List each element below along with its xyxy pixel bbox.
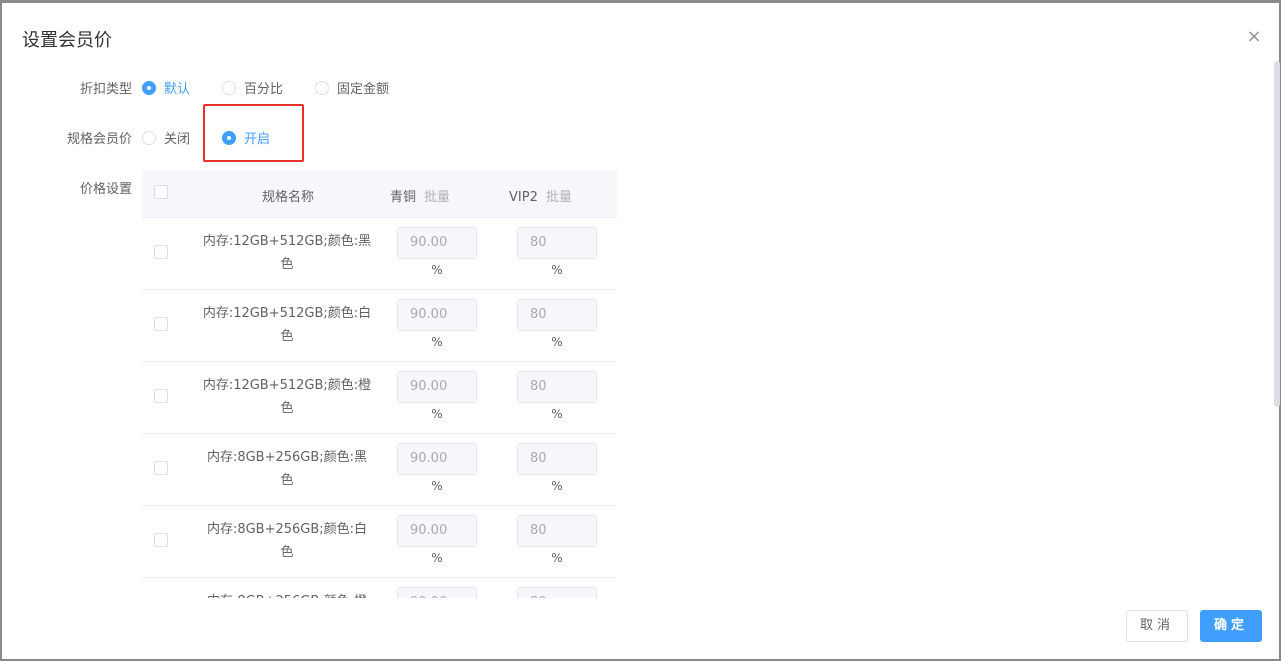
spec-line: 色 xyxy=(280,257,294,272)
level1-price-input[interactable]: 90.00 xyxy=(397,371,477,403)
table-header: 规格名称 青铜 批量 VIP2 批量 xyxy=(142,170,617,218)
scrollbar[interactable] xyxy=(1274,61,1280,407)
radio-spec-off[interactable]: 关闭 xyxy=(142,128,190,147)
row-checkbox[interactable] xyxy=(154,389,168,403)
spec-line: 内存:12GB+512GB;颜色:白 xyxy=(202,306,372,321)
spec-line: 内存:8GB+256GB;颜色:橙 xyxy=(202,590,372,598)
discount-type-label: 折扣类型 xyxy=(79,82,132,97)
level1-price-input[interactable]: 90.00 xyxy=(397,587,477,598)
radio-discount-percent[interactable]: 百分比 xyxy=(222,78,283,97)
level1-price-input[interactable]: 90.00 xyxy=(397,443,477,475)
percent-unit: % xyxy=(551,551,563,565)
level2-price-input[interactable]: 80 xyxy=(517,371,597,403)
level2-price-input[interactable]: 80 xyxy=(517,587,597,598)
select-all-checkbox[interactable] xyxy=(154,185,168,199)
spec-name: 内存:8GB+256GB;颜色:白 色 xyxy=(202,518,372,564)
spec-line: 内存:8GB+256GB;颜色:白 xyxy=(206,522,368,537)
radio-label: 关闭 xyxy=(164,132,191,147)
table-row: 内存:8GB+256GB;颜色:橙 色 90.00 % 80 % xyxy=(142,578,617,598)
table-row: 内存:8GB+256GB;颜色:白 色 90.00 % 80 % xyxy=(142,506,617,578)
table-row: 内存:12GB+512GB;颜色:黑 色 90.00 % 80 % xyxy=(142,218,617,290)
confirm-button[interactable]: 确定 xyxy=(1200,610,1262,642)
percent-unit: % xyxy=(431,335,443,349)
percent-unit: % xyxy=(551,263,563,277)
spec-line: 内存:12GB+512GB;颜色:橙 xyxy=(202,378,372,393)
radio-dot-icon xyxy=(315,80,329,95)
radio-discount-fixed[interactable]: 固定金额 xyxy=(315,78,389,97)
col-level1-name: 青铜 xyxy=(390,190,417,205)
spec-line: 内存:8GB+256GB;颜色:黑 xyxy=(206,450,368,465)
close-icon[interactable]: × xyxy=(1245,28,1263,46)
spec-line: 内存:12GB+512GB;颜色:黑 xyxy=(202,234,372,249)
dialog: 设置会员价 × 折扣类型 默认 百分比 固定金额 规格会员价 关闭 开启 价格设… xyxy=(0,0,1281,661)
level2-price-input[interactable]: 80 xyxy=(517,443,597,475)
batch-link-level2[interactable]: 批量 xyxy=(546,190,572,205)
price-table: 规格名称 青铜 批量 VIP2 批量 内存:12GB+512GB;颜色:黑 色 90… xyxy=(142,170,617,598)
spec-line: 色 xyxy=(280,473,294,488)
percent-unit: % xyxy=(551,407,563,421)
percent-unit: % xyxy=(431,551,443,565)
row-checkbox[interactable] xyxy=(154,317,168,331)
spec-name: 内存:12GB+512GB;颜色:黑 色 xyxy=(202,230,372,276)
col-level1: 青铜 批量 xyxy=(390,186,450,205)
radio-dot-icon xyxy=(142,80,156,95)
spec-name: 内存:12GB+512GB;颜色:橙 色 xyxy=(202,374,372,420)
radio-label: 百分比 xyxy=(244,82,284,97)
percent-unit: % xyxy=(551,479,563,493)
col-level2: VIP2 批量 xyxy=(509,186,572,205)
percent-unit: % xyxy=(431,479,443,493)
level2-price-input[interactable]: 80 xyxy=(517,515,597,547)
level1-price-input[interactable]: 90.00 xyxy=(397,299,477,331)
row-checkbox[interactable] xyxy=(154,533,168,547)
radio-dot-icon xyxy=(222,80,236,95)
percent-unit: % xyxy=(551,335,563,349)
table-row: 内存:12GB+512GB;颜色:白 色 90.00 % 80 % xyxy=(142,290,617,362)
table-row: 内存:12GB+512GB;颜色:橙 色 90.00 % 80 % xyxy=(142,362,617,434)
radio-label: 默认 xyxy=(164,82,191,97)
spec-line: 色 xyxy=(280,401,294,416)
price-settings-label: 价格设置 xyxy=(79,182,132,197)
table-row: 内存:8GB+256GB;颜色:黑 色 90.00 % 80 % xyxy=(142,434,617,506)
dialog-title: 设置会员价 xyxy=(22,30,112,51)
level2-price-input[interactable]: 80 xyxy=(517,299,597,331)
col-spec-name: 规格名称 xyxy=(262,190,315,205)
spec-line: 色 xyxy=(280,545,294,560)
cancel-button[interactable]: 取消 xyxy=(1126,610,1188,642)
spec-line: 色 xyxy=(280,329,294,344)
spec-name: 内存:8GB+256GB;颜色:橙 色 xyxy=(202,590,372,598)
radio-discount-default[interactable]: 默认 xyxy=(142,78,190,97)
level2-price-input[interactable]: 80 xyxy=(517,227,597,259)
level1-price-input[interactable]: 90.00 xyxy=(397,515,477,547)
radio-label: 固定金额 xyxy=(337,82,390,97)
row-checkbox[interactable] xyxy=(154,461,168,475)
row-checkbox[interactable] xyxy=(154,245,168,259)
col-level2-name: VIP2 xyxy=(509,190,538,205)
batch-link-level1[interactable]: 批量 xyxy=(424,190,450,205)
radio-dot-icon xyxy=(142,130,156,145)
level1-price-input[interactable]: 90.00 xyxy=(397,227,477,259)
percent-unit: % xyxy=(431,407,443,421)
percent-unit: % xyxy=(431,263,443,277)
spec-member-price-label: 规格会员价 xyxy=(66,132,132,147)
spec-name: 内存:8GB+256GB;颜色:黑 色 xyxy=(202,446,372,492)
spec-name: 内存:12GB+512GB;颜色:白 色 xyxy=(202,302,372,348)
highlight-box xyxy=(203,104,304,162)
